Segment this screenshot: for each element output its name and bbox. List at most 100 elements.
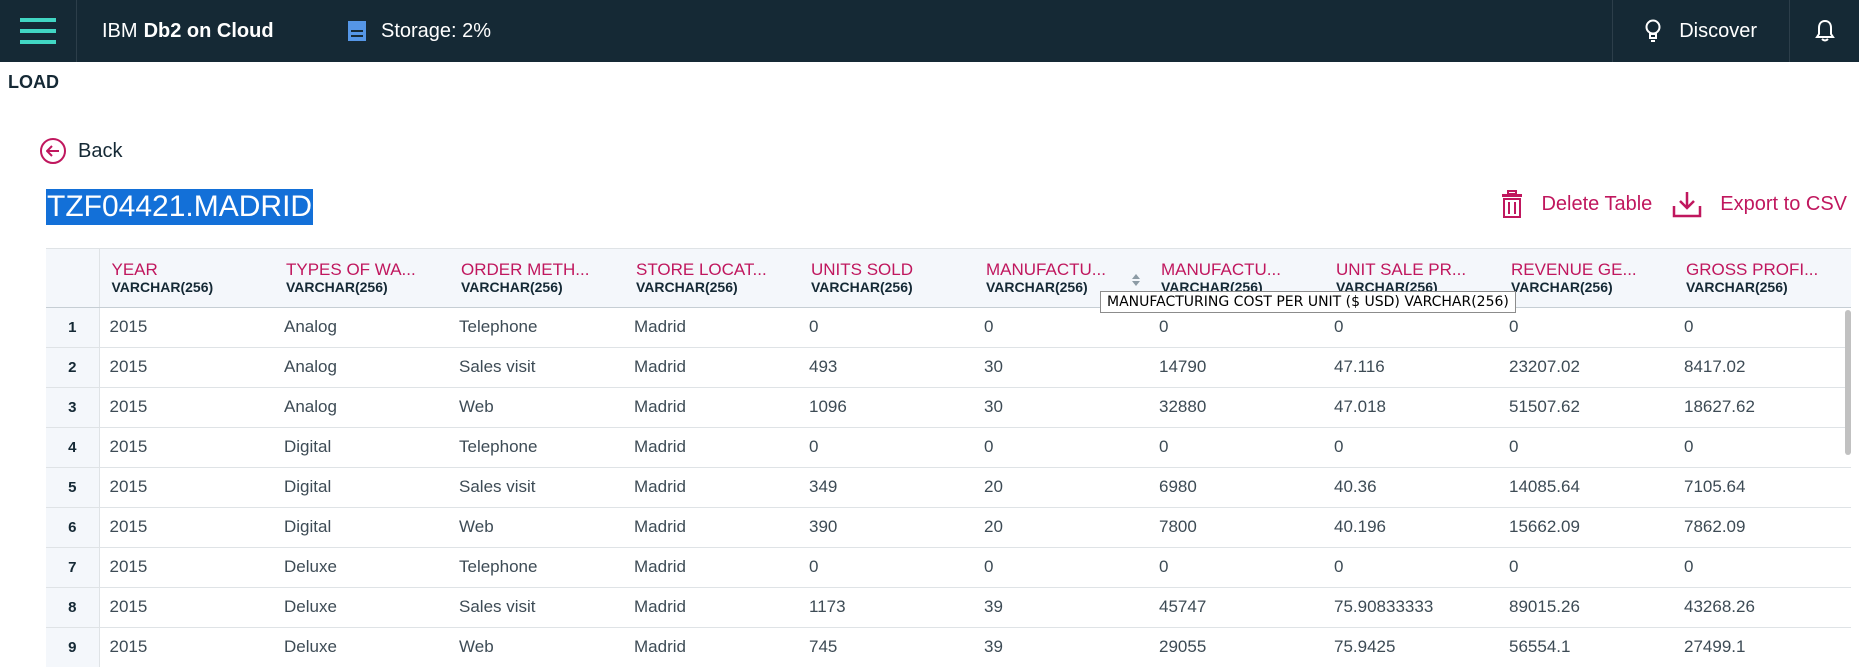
table-cell: 0 <box>1509 317 1519 336</box>
table-cell: 47.116 <box>1334 357 1385 376</box>
table-name-heading: TZF04421.MADRID <box>46 189 314 225</box>
table-cell: 0 <box>809 317 819 336</box>
table-cell: Sales visit <box>459 357 536 376</box>
table-cell: 39 <box>984 637 1003 656</box>
column-header[interactable]: REVENUE GE... VARCHAR(256) <box>1499 249 1674 308</box>
delete-table-button[interactable]: Delete Table <box>1501 190 1652 218</box>
table-row[interactable]: 1 2015 Analog Telephone Madrid 0 0 0 0 0 0 <box>46 307 1851 347</box>
table-row[interactable]: 4 2015 Digital Telephone Madrid 0 0 0 0 0 0 <box>46 427 1851 467</box>
table-cell: 1096 <box>809 397 847 416</box>
table-cell: 0 <box>1159 317 1169 336</box>
row-number: 1 <box>46 307 100 347</box>
table-cell: 30 <box>984 397 1003 416</box>
table-cell: 0 <box>1509 557 1519 576</box>
table-cell: 14085.64 <box>1509 477 1580 496</box>
table-cell: 2015 <box>109 597 148 616</box>
table-row[interactable]: 5 2015 Digital Sales visit Madrid 349 20 6980 40… <box>46 467 1851 507</box>
table-cell: 390 <box>809 517 838 536</box>
menu-icon <box>20 18 56 44</box>
table-cell: 0 <box>984 557 994 576</box>
table-cell: 2015 <box>109 437 148 456</box>
table-row[interactable]: 3 2015 Analog Web Madrid 1096 30 32880 47.018 515… <box>46 387 1851 427</box>
vertical-scrollbar[interactable] <box>1845 310 1851 455</box>
table-cell: Analog <box>284 317 337 336</box>
back-label: Back <box>78 139 123 162</box>
table-cell: 29055 <box>1159 637 1207 656</box>
table-cell: Analog <box>284 397 337 416</box>
hamburger-menu-button[interactable] <box>0 0 77 62</box>
column-header[interactable]: TYPES OF WA... VARCHAR(256) <box>274 249 449 308</box>
table-cell: Madrid <box>634 357 686 376</box>
row-number: 5 <box>46 467 100 507</box>
table-cell: 75.9425 <box>1334 637 1396 656</box>
table-row[interactable]: 2 2015 Analog Sales visit Madrid 493 30 14790 47… <box>46 347 1851 387</box>
table-cell: 349 <box>809 477 838 496</box>
notifications-button[interactable] <box>1789 0 1859 62</box>
table-cell: Web <box>459 637 494 656</box>
table-cell: 8417.02 <box>1684 357 1746 376</box>
table-row[interactable]: 8 2015 Deluxe Sales visit Madrid 1173 39 45747 7… <box>46 587 1851 627</box>
table-cell: 40.36 <box>1334 477 1377 496</box>
table-cell: 745 <box>809 637 838 656</box>
table-cell: 0 <box>1334 557 1344 576</box>
table-cell: 2015 <box>109 557 148 576</box>
table-row[interactable]: 9 2015 Deluxe Web Madrid 745 39 29055 75.9425 565… <box>46 627 1851 667</box>
table-cell: 56554.1 <box>1509 637 1571 656</box>
table-cell: 51507.62 <box>1509 397 1580 416</box>
table-cell: 0 <box>1334 317 1344 336</box>
table-cell: 0 <box>984 437 994 456</box>
sort-icon[interactable] <box>1131 273 1141 287</box>
row-number-header <box>46 249 100 308</box>
table-cell: Madrid <box>634 317 686 336</box>
back-button[interactable]: Back <box>40 138 122 164</box>
table-cell: 23207.02 <box>1509 357 1580 376</box>
row-number: 8 <box>46 587 100 627</box>
row-number: 4 <box>46 427 100 467</box>
table-cell: Madrid <box>634 557 686 576</box>
table-cell: 47.018 <box>1334 397 1386 416</box>
storage-icon <box>348 21 366 41</box>
table-cell: 0 <box>984 317 994 336</box>
table-cell: 0 <box>1509 437 1519 456</box>
table-cell: Sales visit <box>459 477 536 496</box>
table-cell: Deluxe <box>284 637 337 656</box>
column-header[interactable]: GROSS PROFI... VARCHAR(256) <box>1674 249 1851 308</box>
row-number: 3 <box>46 387 100 427</box>
table-cell: 2015 <box>109 397 148 416</box>
table-cell: 15662.09 <box>1509 517 1580 536</box>
brand-prefix: IBM <box>102 19 138 42</box>
table-cell: 2015 <box>109 637 148 656</box>
table-cell: 0 <box>809 557 819 576</box>
row-number: 2 <box>46 347 100 387</box>
trash-icon <box>1502 190 1523 218</box>
delete-table-label: Delete Table <box>1541 192 1653 215</box>
column-header[interactable]: YEAR VARCHAR(256) <box>99 249 274 308</box>
row-number: 7 <box>46 547 100 587</box>
table-cell: Sales visit <box>459 597 536 616</box>
column-header[interactable]: ORDER METH... VARCHAR(256) <box>449 249 624 308</box>
table-row[interactable]: 6 2015 Digital Web Madrid 390 20 7800 40.196 1566… <box>46 507 1851 547</box>
table-header-row: YEAR VARCHAR(256) TYPES OF WA... VARCHAR(2… <box>46 249 1851 308</box>
table-cell: 20 <box>984 477 1003 496</box>
top-nav-bar: IBM Db2 on Cloud Storage: 2% Discover <box>0 0 1859 62</box>
table-cell: 7800 <box>1159 517 1197 536</box>
table-cell: 493 <box>809 357 838 376</box>
column-header[interactable]: STORE LOCAT... VARCHAR(256) <box>624 249 799 308</box>
table-cell: 2015 <box>109 477 148 496</box>
export-csv-button[interactable]: Export to CSV <box>1672 190 1847 218</box>
brand: IBM Db2 on Cloud <box>77 0 347 62</box>
table-cell: 75.90833333 <box>1334 597 1434 616</box>
table-cell: 7105.64 <box>1684 477 1746 496</box>
table-cell: Madrid <box>634 477 686 496</box>
storage-indicator[interactable]: Storage: 2% <box>347 0 491 62</box>
table-cell: Madrid <box>634 637 686 656</box>
table-cell: Madrid <box>634 397 686 416</box>
table-cell: Digital <box>284 437 332 456</box>
table-cell: Madrid <box>634 517 686 536</box>
table-row[interactable]: 7 2015 Deluxe Telephone Madrid 0 0 0 0 0 0 <box>46 547 1851 587</box>
back-arrow-icon <box>40 138 66 164</box>
column-header[interactable]: UNITS SOLD VARCHAR(256) <box>799 249 974 308</box>
table-cell: 1173 <box>809 597 846 616</box>
table-cell: 40.196 <box>1334 517 1386 536</box>
discover-button[interactable]: Discover <box>1612 0 1789 62</box>
